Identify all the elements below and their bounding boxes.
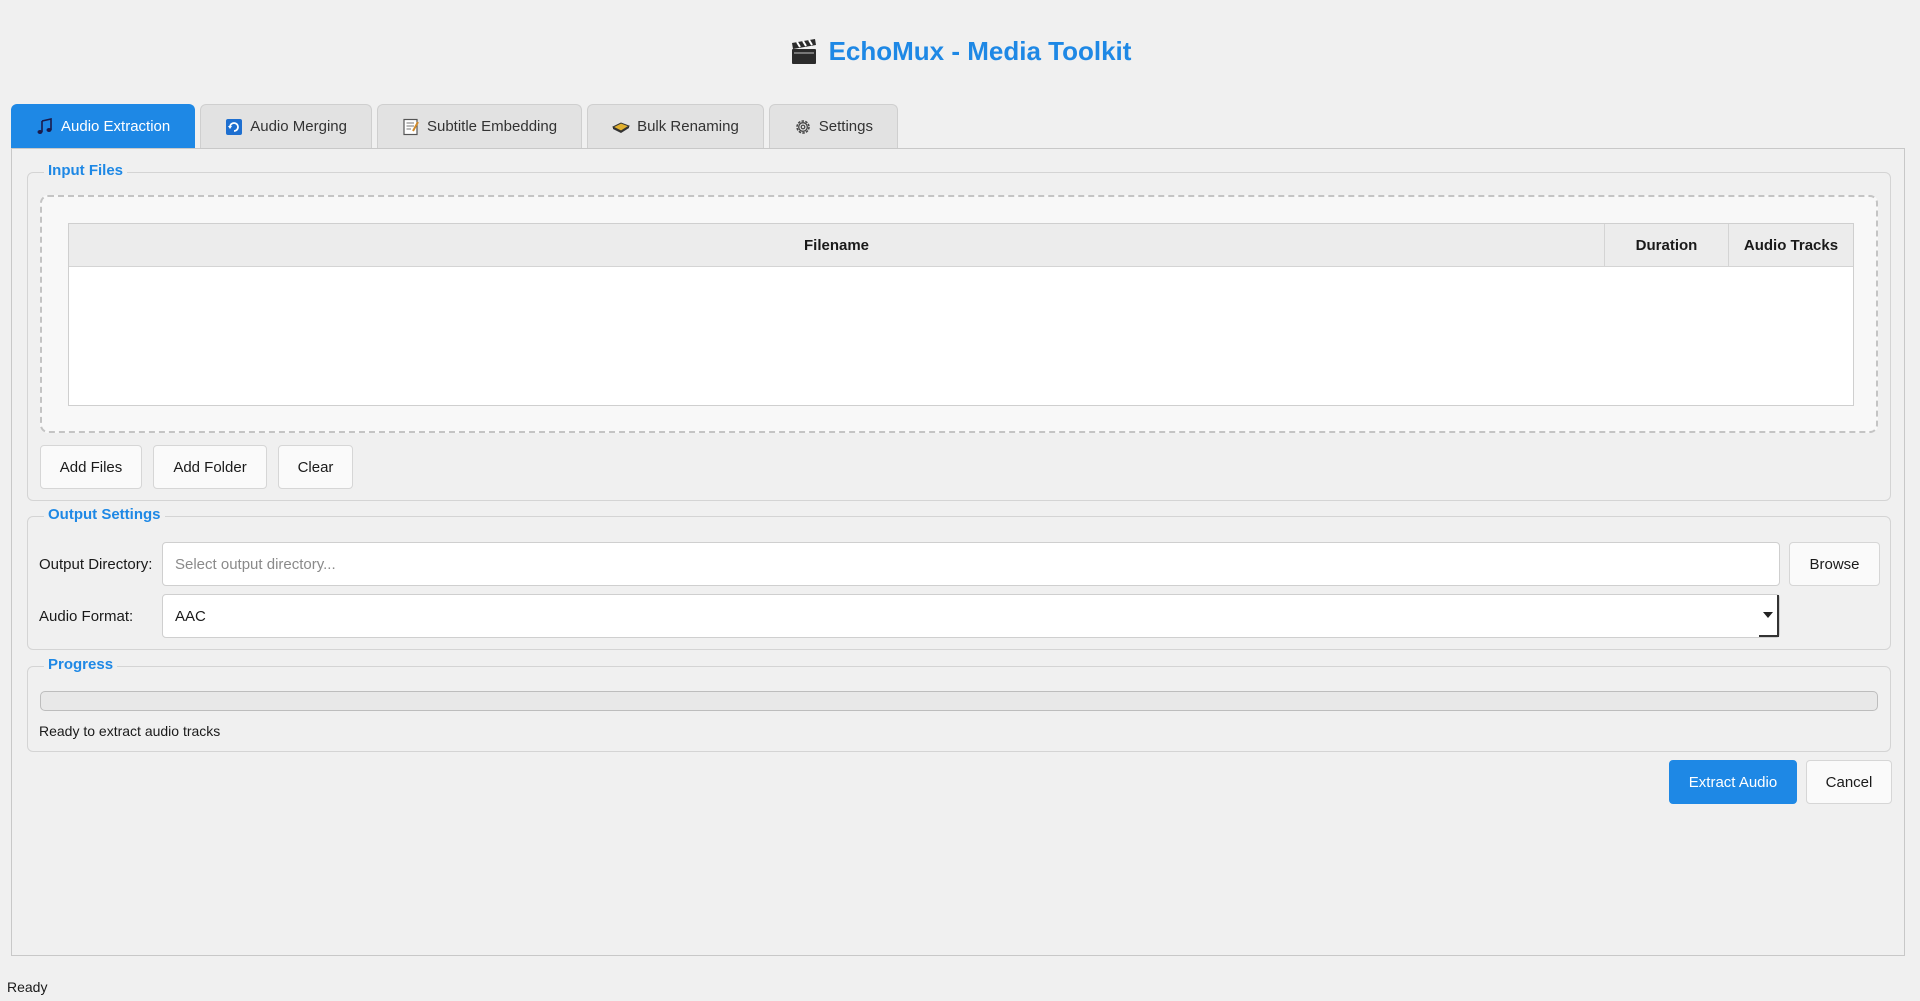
music-note-icon [37,117,52,134]
chevron-down-icon[interactable] [1759,595,1779,637]
tab-bulk-renaming[interactable]: Bulk Renaming [587,104,764,148]
clapperboard-icon [791,38,816,64]
tab-label: Bulk Renaming [637,118,739,135]
group-title: Progress [44,656,118,673]
column-header-duration[interactable]: Duration [1605,224,1729,266]
extract-audio-button[interactable]: Extract Audio [1669,760,1797,804]
folder-icon [612,121,631,133]
gear-icon [796,119,810,134]
file-drop-zone[interactable]: Filename Duration Audio Tracks [40,195,1878,433]
browse-button[interactable]: Browse [1789,542,1880,586]
tab-settings[interactable]: Settings [768,104,898,148]
clear-button[interactable]: Clear [278,445,353,489]
column-header-filename[interactable]: Filename [69,224,1605,266]
output-directory-placeholder: Select output directory... [175,555,336,573]
output-directory-input[interactable]: Select output directory... [162,542,1780,586]
status-bar-text: Ready [7,979,48,995]
tab-audio-extraction[interactable]: Audio Extraction [11,104,196,148]
audio-extraction-panel: Input Files Filename Duration Audio Trac… [11,148,1905,956]
file-table[interactable]: Filename Duration Audio Tracks [68,223,1854,406]
app-title: EchoMux - Media Toolkit [828,36,1132,66]
app-header: EchoMux - Media Toolkit [0,36,1920,67]
input-files-group: Input Files Filename Duration Audio Trac… [27,162,1891,501]
group-title: Output Settings [44,506,165,523]
group-title: Input Files [44,162,127,179]
table-header: Filename Duration Audio Tracks [69,224,1853,267]
add-files-button[interactable]: Add Files [40,445,142,489]
output-settings-group: Output Settings Output Directory: Select… [27,506,1891,650]
memo-icon [403,118,419,135]
tab-label: Audio Extraction [61,118,171,135]
tab-label: Settings [818,118,873,135]
audio-format-value: AAC [175,607,206,625]
progress-status-text: Ready to extract audio tracks [39,723,221,739]
refresh-icon [226,118,243,135]
cancel-button[interactable]: Cancel [1806,760,1892,804]
audio-format-label: Audio Format: [39,608,134,625]
output-directory-label: Output Directory: [39,556,153,573]
progress-bar [40,691,1878,711]
tab-label: Subtitle Embedding [426,118,558,135]
audio-format-select[interactable]: AAC [162,594,1780,638]
tab-label: Audio Merging [250,118,347,135]
tab-audio-merging[interactable]: Audio Merging [200,104,372,148]
tab-bar: Audio Extraction Audio Merging Subtitle … [11,104,898,148]
progress-group: Progress Ready to extract audio tracks [27,656,1891,752]
tab-subtitle-embedding[interactable]: Subtitle Embedding [376,104,583,148]
column-header-audio-tracks[interactable]: Audio Tracks [1729,224,1853,266]
add-folder-button[interactable]: Add Folder [153,445,267,489]
